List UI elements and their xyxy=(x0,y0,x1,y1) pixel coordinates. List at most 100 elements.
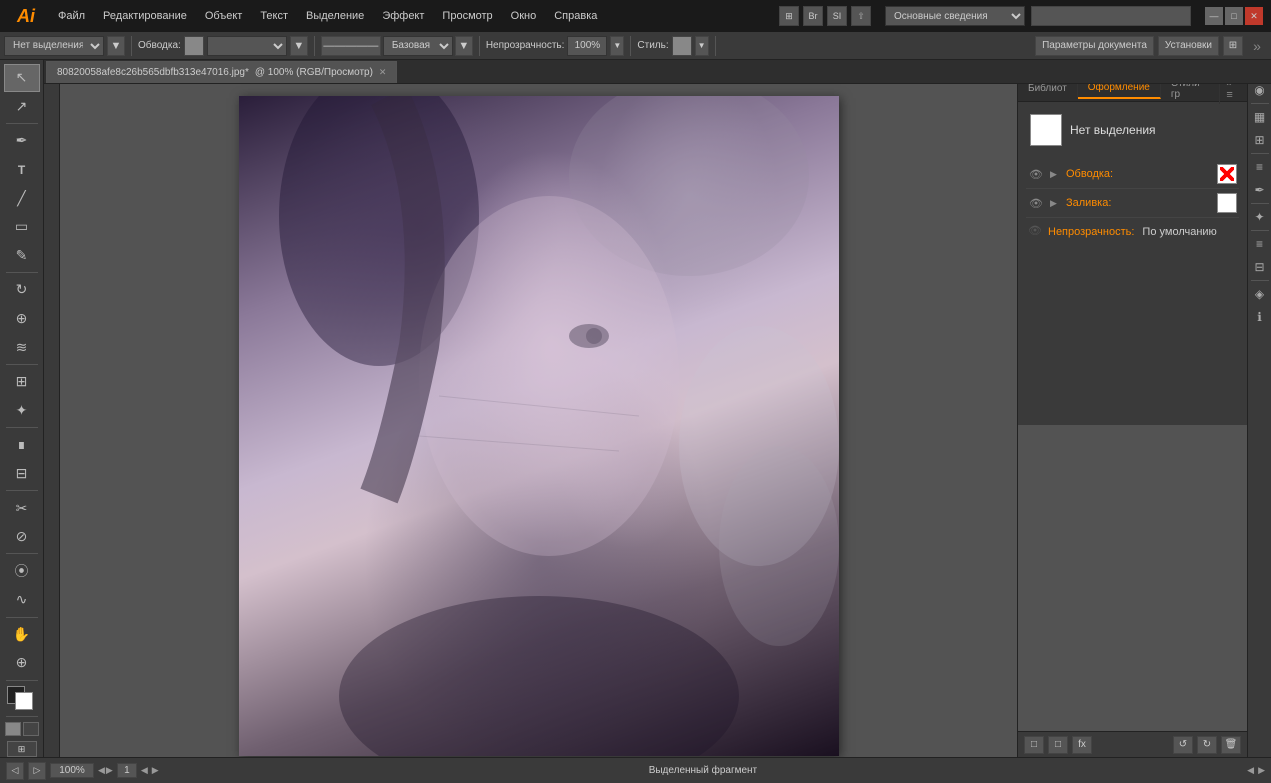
tool-sep-7 xyxy=(6,617,38,618)
fill-visibility-icon[interactable]: 👁 xyxy=(1028,195,1044,211)
menu-help[interactable]: Справка xyxy=(546,6,605,26)
opacity-visibility-icon[interactable]: 👁 xyxy=(1028,224,1044,240)
stroke-style-arrow[interactable]: ▼ xyxy=(455,36,473,56)
free-transform-tool[interactable]: ⊞ xyxy=(4,368,40,396)
panel-content: Нет выделения 👁 ▶ Обводка: xyxy=(1018,102,1247,425)
fill-color[interactable] xyxy=(15,692,33,710)
workspace-select[interactable]: Основные сведения xyxy=(885,6,1025,26)
stroke-arrow[interactable]: ▼ xyxy=(290,36,308,56)
expand-toolbar-icon[interactable]: » xyxy=(1247,36,1267,56)
stroke-style-dropdown[interactable]: Базовая xyxy=(383,36,453,56)
strip-sep-2 xyxy=(1251,153,1269,154)
no-selection-preview xyxy=(1030,114,1062,146)
menu-select[interactable]: Выделение xyxy=(298,6,372,26)
menu-view[interactable]: Просмотр xyxy=(434,6,500,26)
type-tool[interactable]: T xyxy=(4,156,40,184)
delete-button[interactable]: 🗑 xyxy=(1221,736,1241,754)
opacity-label[interactable]: Непрозрачность: xyxy=(1048,226,1134,238)
color-swatches[interactable] xyxy=(7,686,37,714)
direct-select-tool[interactable]: ↗ xyxy=(4,93,40,121)
eyedropper-tool[interactable]: ⦿ xyxy=(4,557,40,585)
doc-params-button[interactable]: Параметры документа xyxy=(1035,36,1154,56)
fill-color-swatch[interactable] xyxy=(1217,193,1237,213)
selection-arrow[interactable]: ▼ xyxy=(107,36,125,56)
zoom-tool[interactable]: ⊕ xyxy=(4,649,40,677)
symbol-sprayer-tool[interactable]: ✦ xyxy=(4,396,40,424)
menu-file[interactable]: Файл xyxy=(50,6,93,26)
page-right-arrow[interactable]: ▶ xyxy=(152,765,159,776)
pen-tool[interactable]: ✒ xyxy=(4,127,40,155)
menu-edit[interactable]: Редактирование xyxy=(95,6,195,26)
status-prev-btn[interactable]: ◁ xyxy=(6,762,24,780)
undo-button[interactable]: ↺ xyxy=(1173,736,1193,754)
page-left-arrow[interactable]: ◀ xyxy=(141,765,148,776)
menu-object[interactable]: Объект xyxy=(197,6,250,26)
style-arrow[interactable]: ▼ xyxy=(695,36,709,56)
stroke-swatch[interactable] xyxy=(184,36,204,56)
redo-button[interactable]: ↻ xyxy=(1197,736,1217,754)
stroke-expand-icon[interactable]: ▶ xyxy=(1050,169,1060,179)
selection-dropdown[interactable]: Нет выделения xyxy=(4,36,104,56)
swatches-icon[interactable]: ⊞ xyxy=(1250,130,1270,150)
settings-button[interactable]: Установки xyxy=(1158,36,1219,56)
minimize-button[interactable]: — xyxy=(1205,7,1223,25)
document-tab[interactable]: 80820058afe8c26b565dbfb313e47016.jpg* @ … xyxy=(46,61,397,83)
layers-icon[interactable]: ≡ xyxy=(1250,234,1270,254)
paint-brush-tool[interactable]: ✎ xyxy=(4,242,40,270)
normal-view[interactable] xyxy=(5,722,21,736)
fill-expand-icon[interactable]: ▶ xyxy=(1050,198,1060,208)
status-left-arrow[interactable]: ◀ xyxy=(1247,765,1254,776)
artboards-icon[interactable]: ⊟ xyxy=(1250,257,1270,277)
title-bar: Ai Файл Редактирование Объект Текст Выде… xyxy=(0,0,1271,32)
tab-close-icon[interactable]: ✕ xyxy=(379,67,387,78)
navigator-icon[interactable]: ◈ xyxy=(1250,284,1270,304)
add-layer-button[interactable]: □ xyxy=(1048,736,1068,754)
new-layer-button[interactable]: □ xyxy=(1024,736,1044,754)
close-button[interactable]: ✕ xyxy=(1245,7,1263,25)
fill-label[interactable]: Заливка: xyxy=(1066,197,1211,209)
more-settings-icon[interactable]: ⊞ xyxy=(1223,36,1243,56)
screen-mode[interactable]: ⊞ xyxy=(7,741,37,757)
canvas-area[interactable] xyxy=(60,76,1017,757)
stroke-visibility-icon[interactable]: 👁 xyxy=(1028,166,1044,182)
separator-2 xyxy=(314,36,315,56)
select-tool[interactable]: ↖ xyxy=(4,64,40,92)
menu-effect[interactable]: Эффект xyxy=(374,6,432,26)
menu-text[interactable]: Текст xyxy=(252,6,296,26)
canvas-row: Библиот Оформление Стили гр » ≡ Нет выде… xyxy=(44,76,1271,757)
column-graph-tool[interactable]: ∎ xyxy=(4,431,40,459)
hand-tool[interactable]: ✋ xyxy=(4,621,40,649)
opacity-arrow[interactable]: ▼ xyxy=(610,36,624,56)
tab-bar: 80820058afe8c26b565dbfb313e47016.jpg* @ … xyxy=(44,60,1271,84)
symbols-icon[interactable]: ✦ xyxy=(1250,207,1270,227)
info-icon[interactable]: ℹ xyxy=(1250,307,1270,327)
line-tool[interactable]: ╱ xyxy=(4,184,40,212)
stroke-panel-icon[interactable]: ≡ xyxy=(1250,157,1270,177)
warp-tool[interactable]: ≋ xyxy=(4,333,40,361)
brushes-icon[interactable]: ✒ xyxy=(1250,180,1270,200)
zoom-right-arrow[interactable]: ▶ xyxy=(106,765,113,776)
stroke-dropdown[interactable] xyxy=(207,36,287,56)
search-input[interactable] xyxy=(1031,6,1191,26)
rotate-tool[interactable]: ↻ xyxy=(4,276,40,304)
artboard-tool[interactable]: ⊟ xyxy=(4,460,40,488)
menu-window[interactable]: Окно xyxy=(503,6,545,26)
maximize-button[interactable]: □ xyxy=(1225,7,1243,25)
fx-button[interactable]: fx xyxy=(1072,736,1092,754)
stroke-label[interactable]: Обводка: xyxy=(1066,168,1211,180)
eraser-tool[interactable]: ⊘ xyxy=(4,523,40,551)
behind-view[interactable] xyxy=(23,722,39,736)
gradient-icon[interactable]: ▦ xyxy=(1250,107,1270,127)
strip-sep-4 xyxy=(1251,230,1269,231)
status-right-arrow[interactable]: ▶ xyxy=(1258,765,1265,776)
blend-tool[interactable]: ∿ xyxy=(4,586,40,614)
opacity-input[interactable] xyxy=(567,36,607,56)
zoom-left-arrow[interactable]: ◀ xyxy=(98,765,105,776)
slice-tool[interactable]: ✂ xyxy=(4,494,40,522)
stroke-color-swatch[interactable] xyxy=(1217,164,1237,184)
zoom-display[interactable]: 100% xyxy=(50,763,94,778)
scale-tool[interactable]: ⊕ xyxy=(4,305,40,333)
page-number[interactable]: 1 xyxy=(117,763,137,778)
status-next-btn[interactable]: ▷ xyxy=(28,762,46,780)
rect-tool[interactable]: ▭ xyxy=(4,213,40,241)
